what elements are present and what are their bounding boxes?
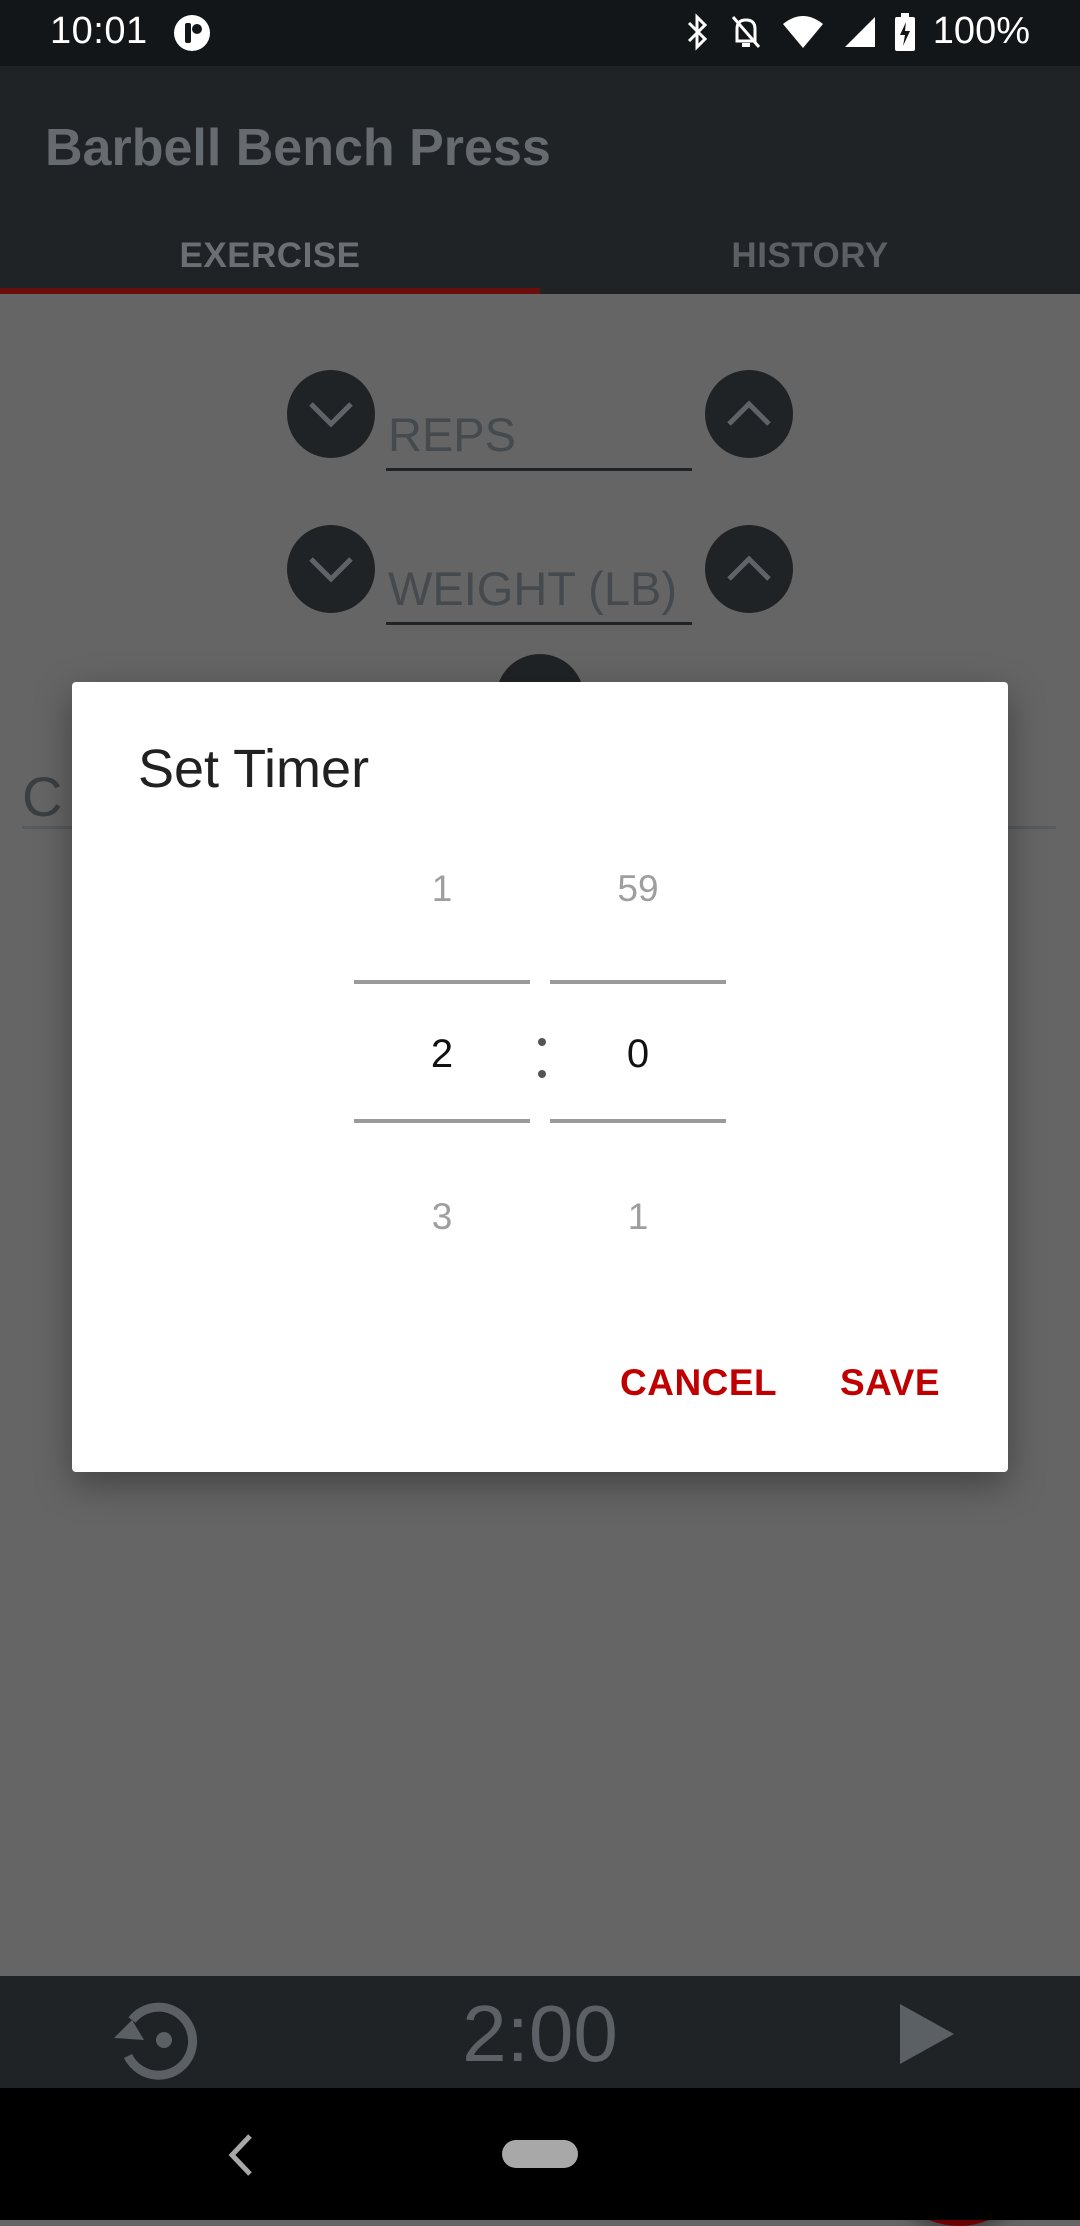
cancel-button[interactable]: CANCEL bbox=[620, 1362, 777, 1404]
system-nav-bar bbox=[0, 2088, 1080, 2220]
timer-bar: 2:00 bbox=[0, 1976, 1080, 2088]
chevron-up-icon bbox=[727, 555, 771, 581]
weight-decrement-button[interactable] bbox=[287, 525, 375, 613]
tab-history[interactable]: HISTORY bbox=[540, 236, 1080, 276]
separator-dot-bottom bbox=[538, 1070, 546, 1078]
reps-decrement-button[interactable] bbox=[287, 370, 375, 458]
back-icon[interactable] bbox=[222, 2128, 258, 2182]
cell-signal-icon bbox=[844, 16, 875, 47]
set-timer-dialog: Set Timer 1 2 3 59 0 1 CANCEL SAVE bbox=[72, 682, 1008, 1472]
status-time: 10:01 bbox=[50, 10, 148, 52]
reps-increment-button[interactable] bbox=[705, 370, 793, 458]
weight-placeholder: WEIGHT (LB) bbox=[388, 562, 677, 615]
seconds-divider-top bbox=[550, 980, 726, 984]
app-bar: Barbell Bench Press EXERCISE HISTORY bbox=[0, 66, 1080, 294]
status-bar: 10:01 100% bbox=[0, 0, 1080, 66]
separator-dot-top bbox=[538, 1038, 546, 1046]
dialog-title: Set Timer bbox=[138, 739, 370, 799]
status-icons: 100% bbox=[685, 10, 1030, 53]
chevron-down-icon bbox=[309, 402, 353, 428]
seconds-picker[interactable]: 59 0 1 bbox=[550, 682, 726, 1237]
home-pill[interactable] bbox=[502, 2140, 578, 2168]
weight-field[interactable]: WEIGHT (LB) bbox=[386, 544, 692, 625]
wifi-icon bbox=[782, 15, 823, 48]
minutes-current[interactable]: 2 bbox=[354, 1032, 530, 1077]
seconds-current[interactable]: 0 bbox=[550, 1032, 726, 1077]
bluetooth-icon bbox=[687, 12, 707, 51]
notifications-off-icon bbox=[731, 15, 760, 48]
weight-increment-button[interactable] bbox=[705, 525, 793, 613]
reps-placeholder: REPS bbox=[388, 408, 516, 461]
play-icon[interactable] bbox=[888, 1998, 960, 2070]
notes-partial-text: C bbox=[22, 765, 63, 828]
chevron-up-icon bbox=[727, 400, 771, 426]
minutes-divider-top bbox=[354, 980, 530, 984]
app-notification-icon bbox=[174, 15, 210, 51]
tab-exercise[interactable]: EXERCISE bbox=[0, 236, 540, 276]
battery-percentage: 100% bbox=[932, 10, 1030, 52]
seconds-next[interactable]: 1 bbox=[550, 1196, 726, 1238]
minutes-picker[interactable]: 1 2 3 bbox=[354, 682, 530, 1237]
seconds-divider-bottom bbox=[550, 1119, 726, 1123]
minutes-divider-bottom bbox=[354, 1119, 530, 1123]
reps-field[interactable]: REPS bbox=[386, 390, 692, 471]
minutes-next[interactable]: 3 bbox=[354, 1196, 530, 1238]
battery-charging-icon bbox=[894, 12, 915, 51]
page-title: Barbell Bench Press bbox=[45, 119, 551, 177]
chevron-down-icon bbox=[309, 557, 353, 583]
save-button[interactable]: SAVE bbox=[840, 1362, 940, 1404]
seconds-previous[interactable]: 59 bbox=[550, 868, 726, 910]
minutes-previous[interactable]: 1 bbox=[354, 868, 530, 910]
